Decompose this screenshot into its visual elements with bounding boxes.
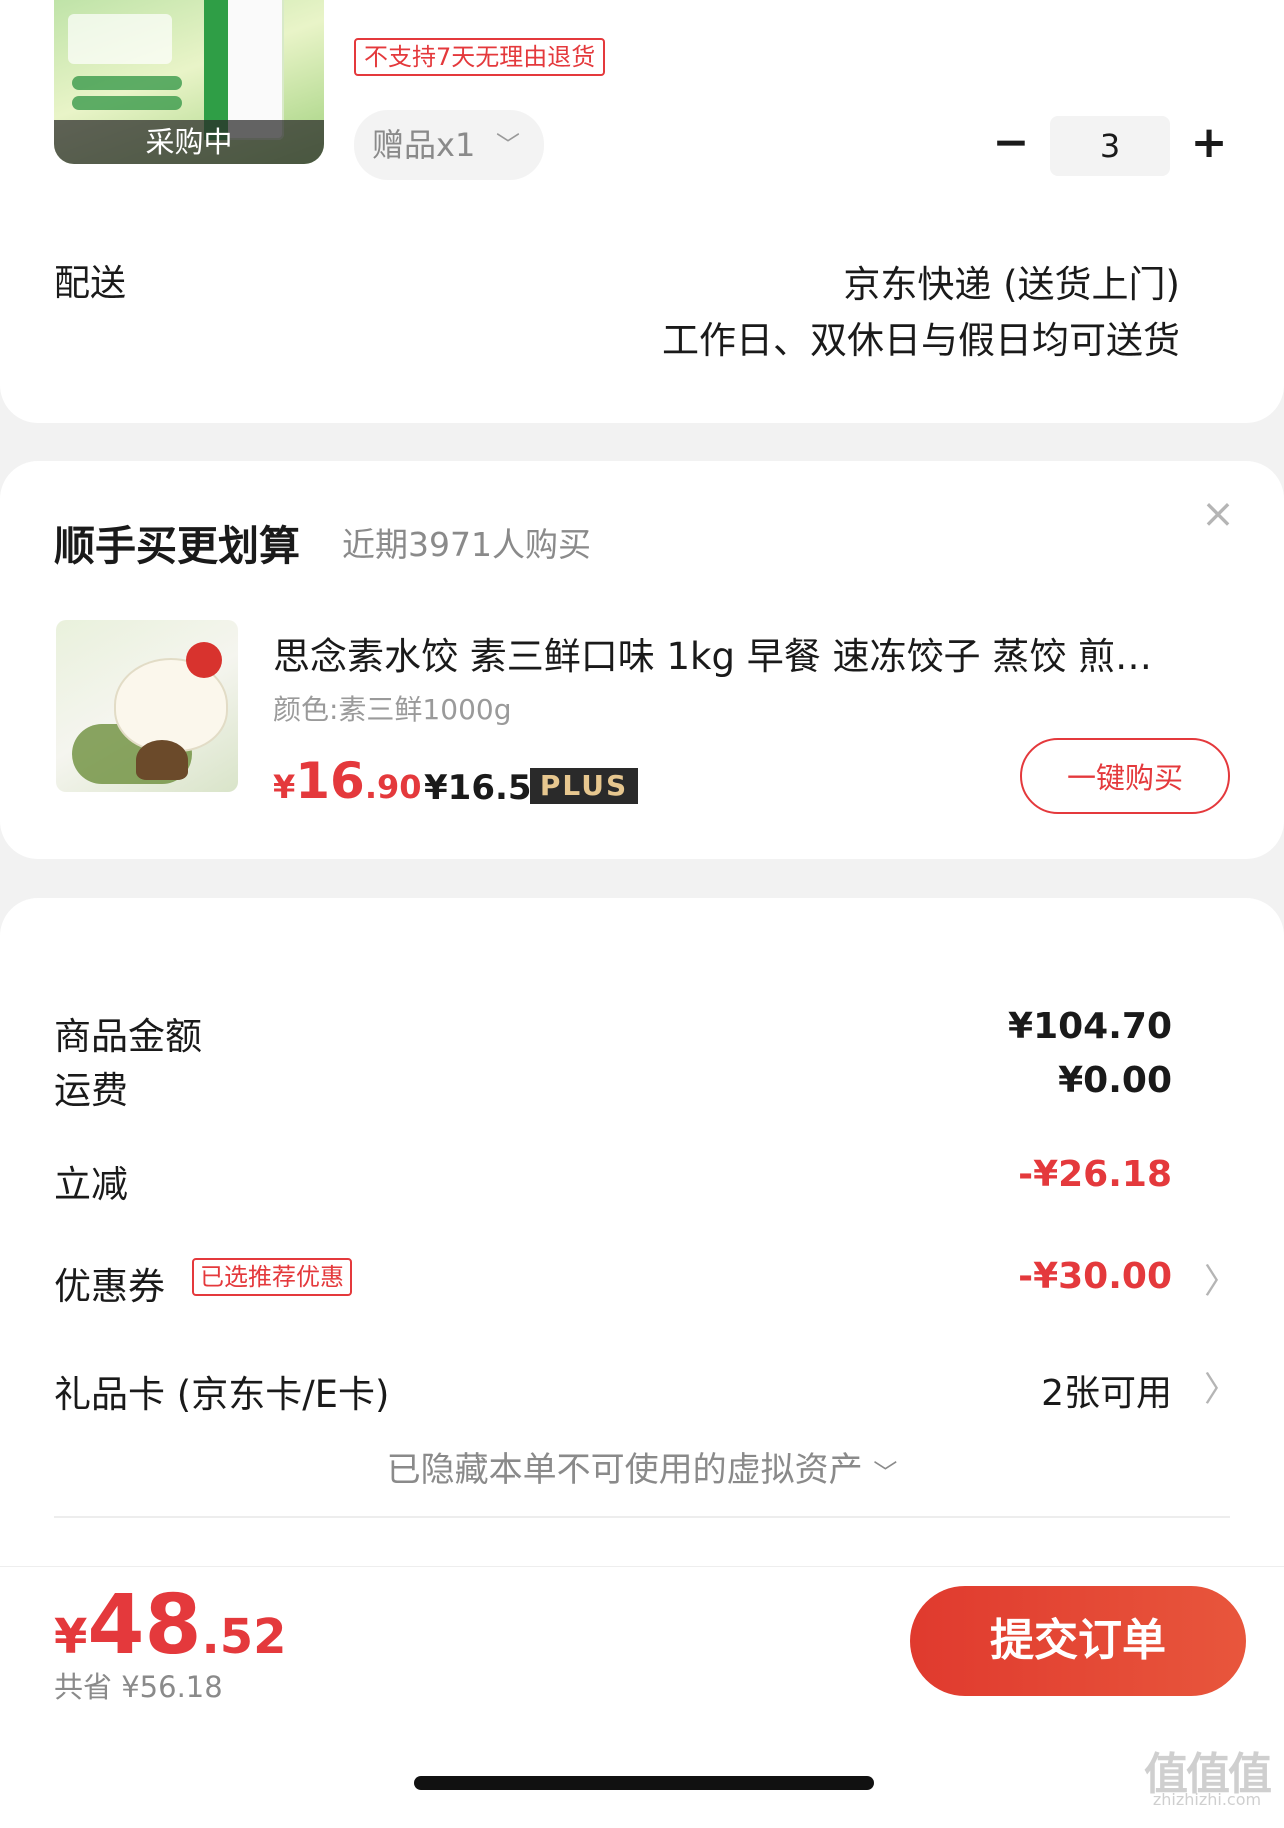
chevron-right-icon[interactable]: 〉 [1204, 1254, 1238, 1303]
price-integer: 16 [295, 752, 365, 810]
hidden-assets-label: 已隐藏本单不可使用的虚拟资产 [386, 1450, 863, 1490]
shipping-fee-label: 运费 [54, 1069, 128, 1112]
product-image-badge [68, 14, 172, 64]
recommend-price: ¥16.90 [273, 752, 422, 810]
recommend-subtitle: 近期3971人购买 [342, 525, 591, 564]
recommend-product-name[interactable]: 思念素水饺 素三鲜口味 1kg 早餐 速冻饺子 蒸饺 煎… [273, 626, 1203, 680]
price-decimal: .52 [201, 1609, 287, 1665]
purchasing-status: 采购中 [54, 120, 324, 164]
shipping-fee-value: ¥0.00 [1058, 1060, 1172, 1101]
plus-badge: PLUS [530, 768, 638, 804]
coupon-label[interactable]: 优惠券 [54, 1256, 165, 1310]
image-mushroom [136, 740, 188, 780]
quantity-increase-button[interactable]: + [1184, 118, 1234, 168]
coupon-recommended-tag: 已选推荐优惠 [192, 1258, 352, 1296]
carton-band [204, 0, 228, 140]
recommend-title: 顺手买更划算 [54, 522, 300, 570]
divider [54, 1516, 1230, 1518]
chevron-down-icon: ﹀ [873, 1459, 898, 1487]
submit-order-button[interactable]: 提交订单 [910, 1586, 1246, 1696]
goods-amount-label: 商品金额 [54, 1015, 202, 1058]
instant-discount-value: -¥26.18 [1018, 1154, 1172, 1195]
quantity-input[interactable]: 3 [1050, 116, 1170, 176]
price-integer: 48 [87, 1578, 202, 1673]
watermark-site: zhizhizhi.com [1152, 1790, 1262, 1809]
milk-carton-graphic [204, 0, 284, 140]
gift-dropdown[interactable]: 赠品x1 ﹀ [354, 110, 544, 180]
instant-discount-label: 立减 [54, 1163, 128, 1206]
product-image[interactable]: 采购中 [54, 0, 324, 164]
close-icon[interactable]: × [1198, 494, 1238, 534]
gift-card-label[interactable]: 礼品卡 (京东卡/E卡) [54, 1364, 389, 1418]
return-policy-tag: 不支持7天无理由退货 [354, 38, 606, 76]
product-card: 采购中 不支持7天无理由退货 赠品x1 ﹀ − 3 + 配送 京东快递 (送货上… [0, 0, 1284, 423]
recommend-product-image[interactable] [56, 620, 238, 792]
price-currency: ¥ [54, 1609, 88, 1665]
delivery-method[interactable]: 京东快递 (送货上门) [843, 254, 1180, 308]
price-decimal: .90 [364, 768, 422, 806]
delivery-label: 配送 [54, 263, 127, 304]
coupon-value[interactable]: -¥30.00 [1018, 1256, 1172, 1297]
chevron-down-icon: ﹀ [496, 131, 520, 159]
recommend-product-spec: 颜色:素三鲜1000g [273, 693, 512, 726]
product-image-tag [72, 76, 182, 90]
product-image-tag [72, 96, 182, 110]
hidden-assets-toggle[interactable]: 已隐藏本单不可使用的虚拟资产 ﹀ [0, 1442, 1284, 1491]
home-indicator[interactable] [414, 1776, 874, 1790]
goods-amount-value: ¥104.70 [1008, 1006, 1172, 1047]
one-click-buy-button[interactable]: 一键购买 [1020, 738, 1230, 814]
gift-card-value[interactable]: 2张可用 [1041, 1364, 1172, 1416]
brand-logo [186, 642, 222, 678]
quantity-decrease-button[interactable]: − [986, 118, 1036, 168]
price-currency: ¥ [273, 768, 296, 806]
final-price: ¥48.52 [54, 1578, 287, 1673]
gift-label: 赠品x1 [372, 126, 476, 164]
delivery-schedule: 工作日、双休日与假日均可送货 [662, 319, 1180, 362]
chevron-right-icon[interactable]: 〉 [1204, 1362, 1238, 1411]
total-saved: 共省 ¥56.18 [54, 1670, 223, 1704]
